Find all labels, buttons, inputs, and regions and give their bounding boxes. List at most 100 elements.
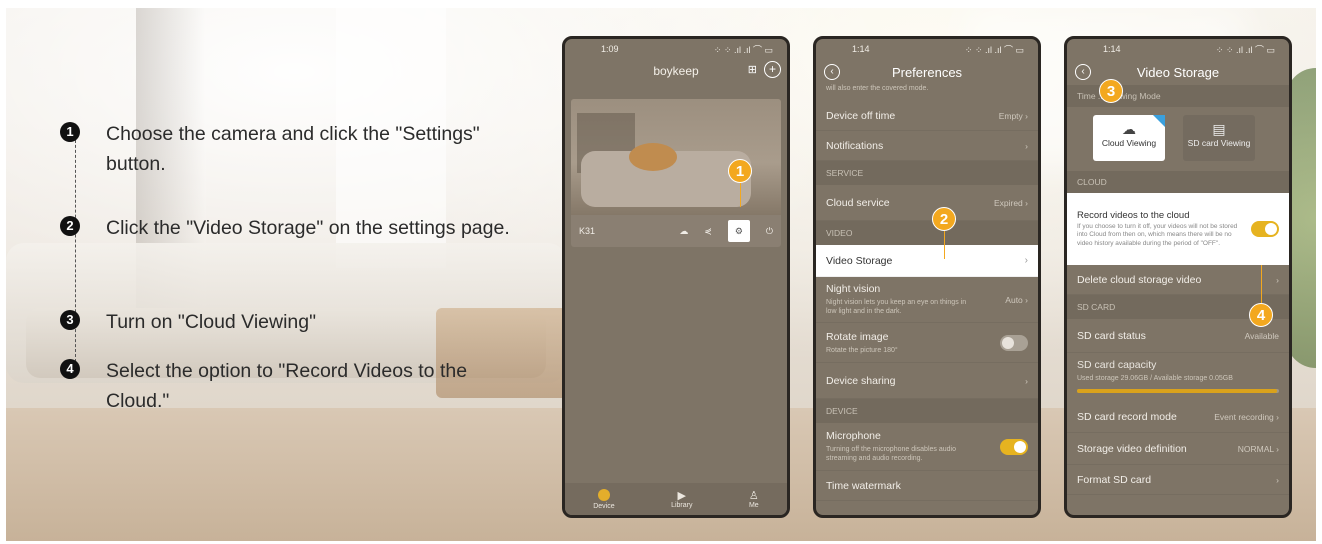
row-label: SD card status — [1077, 329, 1146, 342]
row-notifications[interactable]: Notifications › — [816, 131, 1038, 161]
step-1: 1 Choose the camera and click the "Setti… — [60, 119, 526, 179]
row-storage-definition[interactable]: Storage video definition NORMAL › — [1067, 433, 1289, 465]
status-icons: ⁘ ⁘ .ıl .ıl ⌒ ▭ — [964, 44, 1024, 55]
nav-library[interactable]: ▶ Library — [671, 489, 692, 509]
camera-name: K31 — [579, 226, 596, 236]
bottom-nav: Device ▶ Library ♙ Me — [565, 483, 787, 515]
cloud-icon[interactable]: ☁ — [679, 226, 688, 237]
settings-icon[interactable]: ⚙ — [727, 220, 750, 242]
annotation-leader — [1261, 265, 1262, 303]
sd-viewing-option[interactable]: ▤ SD card Viewing — [1183, 115, 1255, 161]
back-icon[interactable]: ‹ — [824, 64, 840, 80]
status-time: 1:09 — [601, 44, 619, 54]
step-2: 2 Click the "Video Storage" on the setti… — [60, 213, 510, 243]
row-sd-record-mode[interactable]: SD card record mode Event recording › — [1067, 401, 1289, 433]
capacity-bar-fill — [1077, 389, 1277, 393]
row-label: SD card capacity — [1077, 359, 1157, 371]
row-sub: Used storage 29.06GB / Available storage… — [1077, 375, 1233, 382]
row-rotate-image[interactable]: Rotate image Rotate the picture 180° — [816, 323, 1038, 363]
share-icon[interactable]: ⋞ — [704, 226, 712, 237]
status-bar: 1:14 ⁘ ⁘ .ıl .ıl ⌒ ▭ — [1067, 39, 1289, 59]
power-icon[interactable]: ⏻ — [766, 226, 773, 237]
annotation-marker: 1 — [728, 159, 752, 183]
section-cloud: CLOUD — [1067, 171, 1289, 193]
nav-device[interactable]: Device — [593, 488, 615, 510]
status-icons: ⁘ ⁘ .ıl .ıl ⌒ ▭ — [1215, 44, 1275, 55]
row-device-off-time[interactable]: Device off time Empty › — [816, 101, 1038, 131]
viewing-mode-options: ☁ Cloud Viewing ▤ SD card Viewing — [1067, 107, 1289, 171]
row-label: Video Storage — [826, 254, 893, 267]
section-service: SERVICE — [816, 161, 1038, 185]
annotation-marker: 3 — [1099, 79, 1123, 103]
status-bar: 1:09 ⁘ ⁘ .ıl .ıl ⌒ ▭ — [565, 39, 787, 59]
page-title: Video Storage — [1136, 64, 1220, 80]
row-label: Notifications — [826, 139, 884, 152]
page-title: Preferences — [891, 64, 963, 80]
phone-video-storage: 1:14 ⁘ ⁘ .ıl .ıl ⌒ ▭ ‹ Video Storage Tim… — [1064, 36, 1292, 518]
phone-device-list: 1:09 ⁘ ⁘ .ıl .ıl ⌒ ▭ boykeep ⊞ + K31 ☁ ⋞… — [562, 36, 790, 518]
chevron-right-icon: › — [1276, 474, 1279, 485]
row-device-sharing[interactable]: Device sharing › — [816, 363, 1038, 399]
row-label: Device sharing — [826, 374, 896, 387]
row-time-watermark[interactable]: Time watermark — [816, 471, 1038, 501]
row-format-sd[interactable]: Format SD card › — [1067, 465, 1289, 495]
phone-preferences: 1:14 ⁘ ⁘ .ıl .ıl ⌒ ▭ ‹ Preferences will … — [813, 36, 1041, 518]
row-label: Night vision — [826, 283, 881, 295]
nav-label: Library — [671, 502, 693, 509]
nav-label: Me — [748, 502, 759, 509]
top-note: will also enter the covered mode. — [826, 85, 929, 92]
row-night-vision[interactable]: Night vision Night vision lets you keep a… — [816, 277, 1038, 323]
row-value: NORMAL — [1237, 443, 1274, 454]
row-cloud-service[interactable]: Cloud service Expired › — [816, 185, 1038, 221]
chevron-right-icon: › — [1024, 255, 1028, 266]
cloud-viewing-option[interactable]: ☁ Cloud Viewing — [1093, 115, 1165, 161]
step-text: Click the "Video Storage" on the setting… — [106, 217, 510, 239]
person-icon: ♙ — [748, 490, 759, 502]
section-video: VIDEO — [816, 221, 1038, 245]
step-3: 3 Turn on "Cloud Viewing" — [60, 307, 316, 337]
row-value: Empty — [998, 110, 1023, 121]
row-delete-cloud[interactable]: Delete cloud storage video › — [1067, 265, 1289, 295]
row-label: Microphone — [826, 430, 881, 442]
step-number: 2 — [60, 216, 80, 236]
brand-logo: boykeep — [653, 64, 699, 78]
chevron-right-icon: › — [1276, 274, 1279, 285]
capacity-bar — [1077, 389, 1279, 393]
row-label: Record videos to the cloud — [1077, 209, 1190, 221]
row-record-to-cloud[interactable]: Record videos to the cloud If you choose… — [1067, 193, 1289, 265]
row-video-storage[interactable]: Video Storage › — [816, 245, 1038, 277]
row-microphone[interactable]: Microphone Turning off the microphone dis… — [816, 423, 1038, 471]
step-text: Turn on "Cloud Viewing" — [106, 311, 317, 333]
annotation-marker: 2 — [932, 207, 956, 231]
scan-icon[interactable]: ⊞ — [748, 63, 757, 76]
rotate-toggle[interactable] — [1000, 334, 1028, 351]
annotation-leader — [944, 231, 945, 259]
step-text: Choose the camera and click the "Setting… — [106, 123, 480, 175]
row-sub: Night vision lets you keep an eye on thi… — [826, 299, 967, 315]
back-icon[interactable]: ‹ — [1075, 64, 1091, 80]
step-number: 4 — [60, 359, 80, 379]
section-device: DEVICE — [816, 399, 1038, 423]
row-value: Event recording — [1214, 411, 1274, 422]
step-4: 4 Select the option to "Record Videos to… — [60, 356, 526, 416]
status-icons: ⁘ ⁘ .ıl .ıl ⌒ ▭ — [713, 44, 773, 55]
row-label: Format SD card — [1077, 473, 1152, 486]
option-label: SD card Viewing — [1187, 138, 1251, 148]
nav-me[interactable]: ♙ Me — [749, 489, 759, 509]
row-label: Device off time — [826, 109, 896, 122]
camera-preview[interactable] — [571, 99, 781, 215]
status-time: 1:14 — [1103, 44, 1121, 54]
device-icon — [597, 488, 610, 501]
step-number: 3 — [60, 310, 80, 330]
row-value: Available — [1244, 330, 1279, 341]
camera-toolbar: K31 ☁ ⋞ ⚙ ⏻ — [571, 215, 781, 247]
page-header: ‹ Preferences — [816, 59, 1038, 85]
status-time: 1:14 — [852, 44, 870, 54]
microphone-toggle[interactable] — [1000, 438, 1028, 455]
step-number: 1 — [60, 122, 80, 142]
row-value: Expired — [993, 197, 1023, 208]
record-cloud-toggle[interactable] — [1251, 221, 1279, 237]
row-sub: Rotate the picture 180° — [826, 346, 898, 354]
annotation-leader — [740, 183, 741, 207]
add-icon[interactable]: + — [764, 61, 781, 78]
